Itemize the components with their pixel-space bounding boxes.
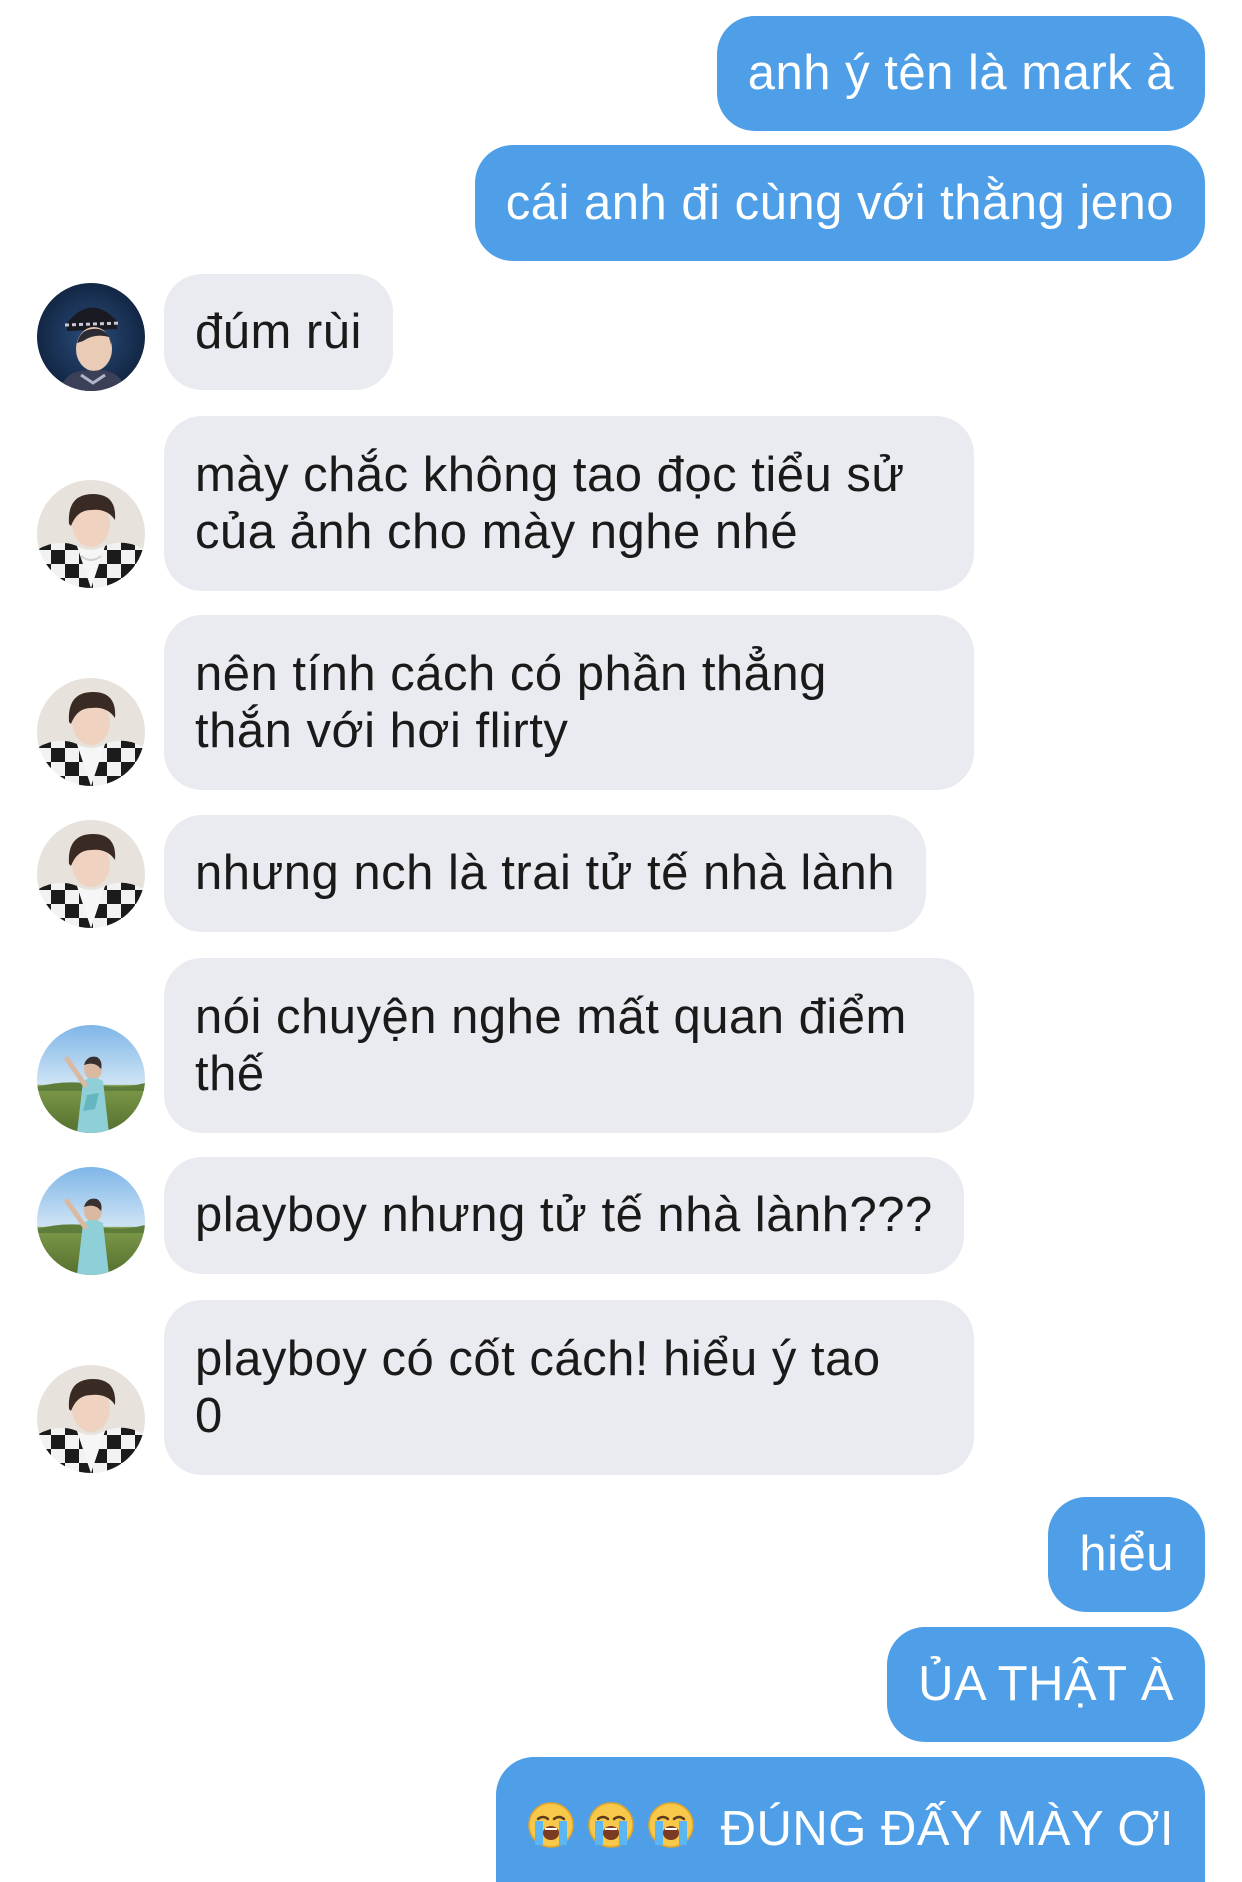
message-bubble-sent[interactable]: anh ý tên là mark à [716,16,1205,131]
message-bubble-received[interactable]: nên tính cách có phần thẳng thắn với hơi… [164,615,974,790]
message-bubble-received[interactable]: playboy có cốt cách! hiểu ý tao 0 [164,1300,974,1475]
avatar[interactable] [37,820,145,928]
avatar[interactable] [37,480,145,588]
avatar-checker-jacket-icon [37,678,145,786]
message-text: ĐÚNG ĐẤY MÀY ƠI [720,1802,1174,1856]
avatar-checker-jacket-icon [37,480,145,588]
emoji-group [527,1801,695,1849]
message-bubble-sent[interactable]: ỦA THẬT À [887,1627,1205,1742]
avatar[interactable] [37,1025,145,1133]
message-text: playboy nhưng tử tế nhà lành??? [195,1188,933,1242]
message-text: playboy có cốt cách! hiểu ý tao 0 [195,1331,881,1443]
message-bubble-sent[interactable]: hiểu [1048,1497,1205,1612]
avatar[interactable] [37,283,145,391]
message-text: cái anh đi cùng với thằng jeno [505,175,1174,230]
loudly-crying-face-icon [587,1802,634,1848]
avatar[interactable] [37,1365,145,1473]
message-bubble-received[interactable]: nhưng nch là trai tử tế nhà lành [164,815,926,932]
message-text: đúm rùi [195,304,362,359]
message-text: nhưng nch là trai tử tế nhà lành [195,846,895,900]
message-bubble-received[interactable]: nói chuyện nghe mất quan điểm thế [164,958,974,1133]
message-text: ỦA THẬT À [918,1657,1174,1711]
message-bubble-received[interactable]: đúm rùi [164,274,393,390]
loudly-crying-face-icon [527,1802,574,1848]
message-bubble-sent[interactable]: ĐÚNG ĐẤY MÀY ƠI [495,1757,1205,1882]
avatar-dark-hat-icon [37,283,145,391]
avatar-sky-field-icon [37,1025,145,1133]
message-text: nên tính cách có phần thẳng thắn với hơi… [195,646,827,758]
loudly-crying-face-icon [647,1802,694,1848]
message-bubble-received[interactable]: playboy nhưng tử tế nhà lành??? [164,1157,964,1274]
message-text: anh ý tên là mark à [747,46,1174,100]
message-text: nói chuyện nghe mất quan điểm thế [195,989,907,1101]
message-text: hiểu [1079,1527,1174,1581]
message-bubble-received[interactable]: mày chắc không tao đọc tiểu sử của ảnh c… [164,416,974,591]
avatar[interactable] [37,1167,145,1275]
message-bubble-sent[interactable]: cái anh đi cùng với thằng jeno [474,145,1205,261]
message-text: mày chắc không tao đọc tiểu sử của ảnh c… [195,447,905,559]
avatar-sky-field-icon [37,1167,145,1275]
avatar-checker-jacket-icon [37,1365,145,1473]
avatar-checker-jacket-icon [37,820,145,928]
avatar[interactable] [37,678,145,786]
